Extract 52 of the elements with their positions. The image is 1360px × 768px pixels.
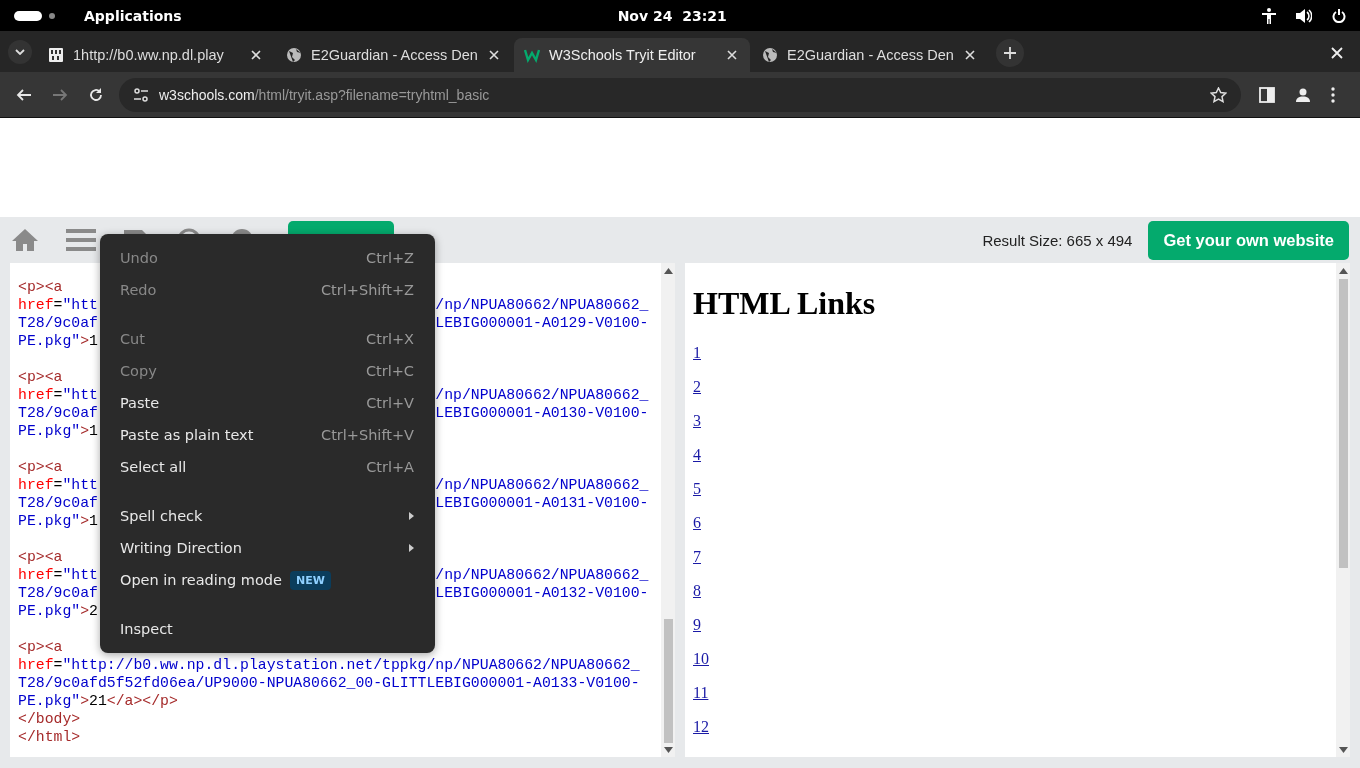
- menu-label: Paste: [120, 395, 160, 411]
- menu-label: Redo: [120, 282, 157, 298]
- code-text: T28/9c0afd5f52fd06ea/UP9000-NPUA80662_00-GLITTLEBIG000001-A0133-V0100-: [18, 674, 640, 692]
- menu-label: Spell check: [120, 508, 203, 524]
- shortcut-text: Ctrl+A: [366, 459, 414, 475]
- code-text: LEBIG000001-A0131-V0100-: [435, 494, 649, 512]
- menu-label: Copy: [120, 363, 157, 379]
- code-text: <p><a: [18, 458, 63, 476]
- code-text: </html>: [18, 728, 81, 746]
- code-text: LEBIG000001-A0130-V0100-: [435, 404, 649, 422]
- code-text: T28/9c0af: [18, 314, 98, 332]
- page-heading: HTML Links: [693, 284, 877, 323]
- code-text: <p><a: [18, 548, 63, 566]
- code-text: href="htt: [18, 566, 98, 584]
- menu-label: Undo: [120, 250, 158, 266]
- shortcut-text: Ctrl+Shift+V: [321, 427, 414, 443]
- menu-label: Writing Direction: [120, 540, 242, 556]
- code-text: /np/NPUA80662/NPUA80662_: [435, 566, 649, 584]
- shortcut-text: Ctrl+X: [366, 331, 414, 347]
- url-text: w3schools.com/html/tryit.asp?filename=tryhtml_basic: [159, 86, 490, 103]
- code-text: <p><a: [18, 368, 63, 386]
- new-badge: NEW: [290, 570, 331, 590]
- menu-label: Cut: [120, 331, 145, 347]
- code-text: T28/9c0af: [18, 494, 98, 512]
- code-text: PE.pkg">2: [18, 602, 98, 620]
- code-text: LEBIG000001-A0129-V0100-: [435, 314, 649, 332]
- code-text: T28/9c0af: [18, 404, 98, 422]
- code-text: href="http://b0.ww.np.dl.playstation.net/tppkg/np/NPUA80662/NPUA80662_: [18, 656, 640, 674]
- shortcut-text: Ctrl+V: [366, 395, 414, 411]
- menu-label: Paste as plain text: [120, 427, 254, 443]
- result-size-label: Result Size: 665 x 494: [982, 231, 1133, 249]
- code-text: PE.pkg">1: [18, 512, 98, 530]
- code-text: /np/NPUA80662/NPUA80662_: [435, 386, 649, 404]
- shortcut-text: Ctrl+Z: [366, 250, 414, 266]
- code-text: T28/9c0af: [18, 584, 98, 602]
- code-text: href="htt: [18, 476, 98, 494]
- shortcut-text: Ctrl+Shift+Z: [321, 282, 414, 298]
- code-text: <p><a: [18, 638, 63, 656]
- code-text: /np/NPUA80662/NPUA80662_: [435, 476, 649, 494]
- code-text: PE.pkg">21</a></p>: [18, 692, 178, 710]
- menu-label: Inspect: [120, 621, 173, 637]
- code-text: /np/NPUA80662/NPUA80662_: [435, 296, 649, 314]
- code-text: </body>: [18, 710, 81, 728]
- menu-label: Open in reading mode: [120, 572, 282, 588]
- code-text: PE.pkg">1: [18, 422, 98, 440]
- menu-label: Select all: [120, 459, 187, 475]
- code-text: href="htt: [18, 386, 98, 404]
- code-text: PE.pkg">1: [18, 332, 98, 350]
- code-text: <p><a: [18, 278, 63, 296]
- code-text: href="htt: [18, 296, 98, 314]
- code-text: LEBIG000001-A0132-V0100-: [435, 584, 649, 602]
- shortcut-text: Ctrl+C: [365, 363, 414, 379]
